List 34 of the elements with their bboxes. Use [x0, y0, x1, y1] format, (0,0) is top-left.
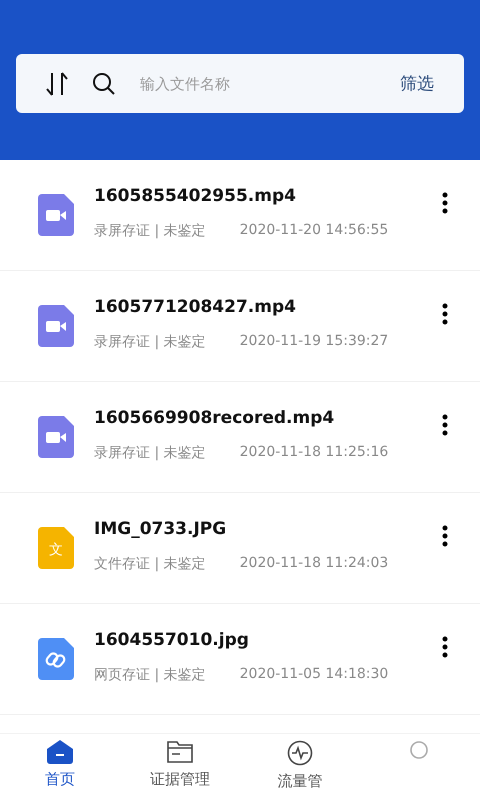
more-icon [442, 636, 448, 658]
file-time: 2020-11-20 14:56:55 [240, 222, 388, 240]
nav-tab[interactable]: 首页 [0, 734, 120, 800]
sort-icon[interactable] [44, 70, 70, 96]
home-icon [47, 740, 73, 764]
more-icon [442, 525, 448, 547]
document-file-icon: 文 [38, 527, 74, 569]
file-name: 1605855402955.mp4 [94, 186, 297, 206]
search-field[interactable]: 输入文件名称 [138, 74, 378, 94]
file-time: 2020-11-18 11:24:03 [240, 555, 388, 573]
file-name: IMG_0733.JPG [94, 519, 228, 539]
filter-button[interactable]: 筛选 [400, 72, 434, 95]
pulse-icon [287, 740, 313, 766]
file-name: 1605771208427.mp4 [94, 297, 297, 317]
file-status: 录屏存证 | 未鉴定 [94, 333, 206, 351]
file-status: 录屏存证 | 未鉴定 [94, 222, 206, 240]
link-file-icon [38, 638, 74, 680]
file-name: 1604557010.jpg [94, 630, 250, 650]
file-status: 网页存证 | 未鉴定 [94, 666, 206, 684]
file-status: 文件存证 | 未鉴定 [94, 555, 206, 573]
nav-tab[interactable]: 证据管理 [120, 734, 240, 800]
file-time: 2020-11-18 11:25:16 [240, 444, 388, 462]
nav-tab[interactable]: 流量管 [240, 734, 360, 800]
file-status: 录屏存证 | 未鉴定 [94, 444, 206, 462]
video-file-icon [38, 305, 74, 347]
file-name: 1605669908recored.mp4 [94, 408, 336, 428]
file-time: 2020-11-05 14:18:30 [240, 666, 388, 684]
more-icon [442, 192, 448, 214]
more-icon [442, 303, 448, 325]
folder-icon [167, 740, 193, 764]
video-file-icon [38, 194, 74, 236]
file-time: 2020-11-19 15:39:27 [240, 333, 388, 351]
more-icon [442, 414, 448, 436]
video-file-icon [38, 416, 74, 458]
